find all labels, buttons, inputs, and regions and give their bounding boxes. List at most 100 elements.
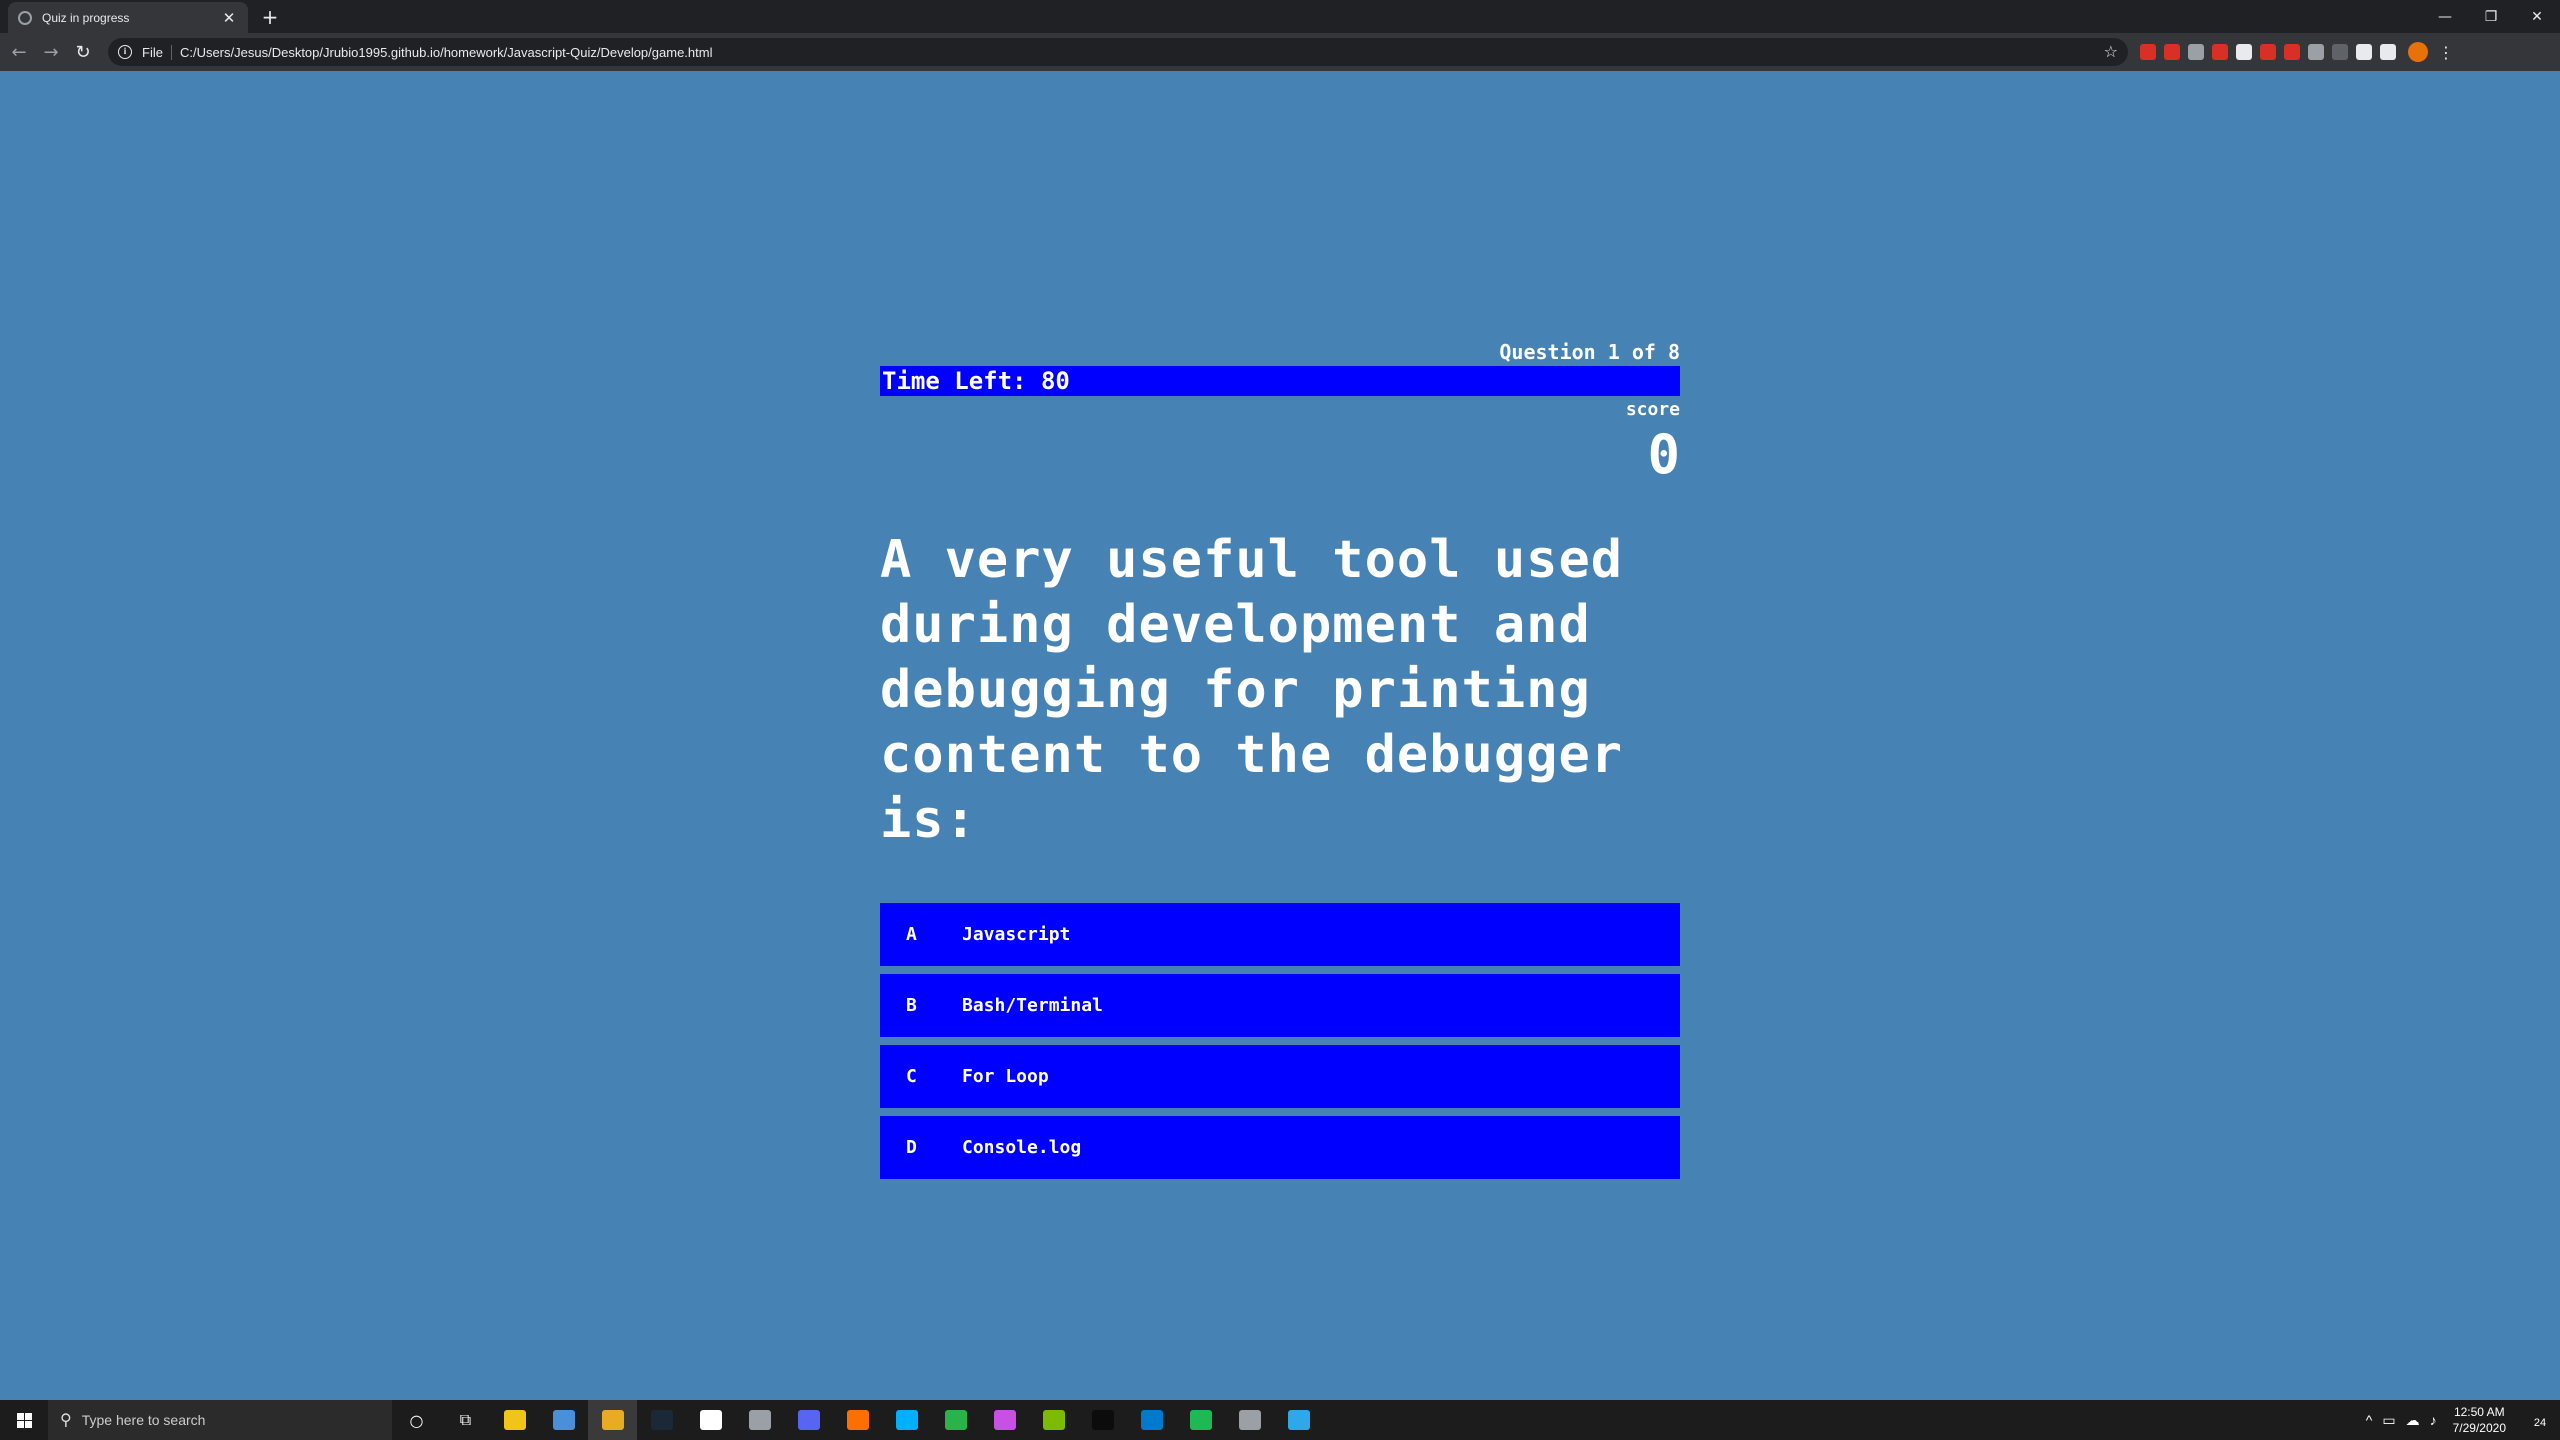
search-icon: ⚲ <box>60 1412 72 1429</box>
minimize-button[interactable]: — <box>2422 0 2468 33</box>
app-glyph <box>650 1410 673 1430</box>
windows-start-icon[interactable] <box>0 1400 48 1440</box>
choice-text[interactable]: Console.log <box>962 1137 1680 1158</box>
new-tab-button[interactable]: + <box>258 5 282 29</box>
choice-c-button[interactable]: C For Loop <box>880 1045 1680 1108</box>
taskbar-app-icon[interactable] <box>1225 1400 1274 1440</box>
extension-icon[interactable] <box>2140 44 2156 60</box>
profile-avatar[interactable] <box>2408 42 2428 62</box>
pinned-apps <box>490 1400 1323 1440</box>
url-text[interactable]: C:/Users/Jesus/Desktop/Jrubio1995.github… <box>180 45 713 60</box>
taskbar-app-icon[interactable] <box>1127 1400 1176 1440</box>
score-label: score <box>1625 399 1680 420</box>
clock-time: 12:50 AM <box>2453 1405 2505 1419</box>
taskbar-app-icon[interactable] <box>735 1400 784 1440</box>
app-glyph <box>1238 1410 1261 1430</box>
choice-prefix: A <box>906 924 917 945</box>
address-bar[interactable]: i File C:/Users/Jesus/Desktop/Jrubio1995… <box>108 38 2128 66</box>
system-tray: ^ ▭ ☁ ♪ 12:50 AM 7/29/2020 24 <box>2366 1400 2560 1440</box>
taskbar-app-icon[interactable] <box>833 1400 882 1440</box>
browser-menu-icon[interactable]: ⋮ <box>2438 43 2454 62</box>
taskbar-app-icon[interactable] <box>539 1400 588 1440</box>
choice-text[interactable]: Javascript <box>962 924 1680 945</box>
app-glyph <box>601 1410 624 1430</box>
app-glyph <box>944 1410 967 1430</box>
choice-text[interactable]: Bash/Terminal <box>962 995 1680 1016</box>
app-glyph <box>993 1410 1016 1430</box>
forward-button[interactable]: → <box>38 39 64 65</box>
taskbar-app-icon[interactable] <box>1078 1400 1127 1440</box>
search-placeholder: Type here to search <box>81 1412 206 1428</box>
taskbar-app-icon[interactable] <box>588 1400 637 1440</box>
extensions-area: ⋮ <box>2140 33 2454 71</box>
page-favicon-icon <box>18 10 32 25</box>
extension-icon[interactable] <box>2164 44 2180 60</box>
taskbar: ⚲ Type here to search ○ ⧉ ^ ▭ ☁ ♪ 12:50 … <box>0 1400 2560 1440</box>
app-glyph <box>895 1410 918 1430</box>
taskbar-app-icon[interactable] <box>882 1400 931 1440</box>
choice-a-button[interactable]: A Javascript <box>880 903 1680 966</box>
network-icon[interactable]: ▭ <box>2382 1412 2395 1429</box>
extension-icon[interactable] <box>2284 44 2300 60</box>
app-glyph <box>748 1410 771 1430</box>
onedrive-icon[interactable]: ☁ <box>2406 1412 2420 1429</box>
score-value: 0 <box>1647 423 1680 486</box>
site-info-icon[interactable]: i <box>118 45 132 59</box>
taskbar-clock[interactable]: 12:50 AM 7/29/2020 <box>2453 1404 2506 1436</box>
extension-icon[interactable] <box>2188 44 2204 60</box>
app-glyph <box>1287 1410 1310 1430</box>
choice-b-button[interactable]: B Bash/Terminal <box>880 974 1680 1037</box>
window-controls: — ❐ ✕ <box>2422 0 2560 33</box>
taskbar-app-icon[interactable] <box>980 1400 1029 1440</box>
clock-date: 7/29/2020 <box>2452 1421 2506 1435</box>
extension-icon[interactable] <box>2332 44 2348 60</box>
taskbar-app-icon[interactable] <box>637 1400 686 1440</box>
back-button[interactable]: ← <box>6 39 32 65</box>
extension-icon[interactable] <box>2212 44 2228 60</box>
app-glyph <box>797 1410 820 1430</box>
close-window-button[interactable]: ✕ <box>2514 0 2560 33</box>
taskbar-app-icon[interactable] <box>686 1400 735 1440</box>
browser-toolbar: ← → ↻ i File C:/Users/Jesus/Desktop/Jrub… <box>0 33 2560 71</box>
choice-text[interactable]: For Loop <box>962 1066 1680 1087</box>
reload-button[interactable]: ↻ <box>70 39 96 65</box>
choice-prefix: C <box>906 1066 917 1087</box>
tab-strip: Quiz in progress ✕ + — ❐ ✕ <box>0 0 2560 33</box>
notifications-icon[interactable]: 24 <box>2520 1410 2560 1431</box>
task-view-icon[interactable]: ⧉ <box>441 1400 490 1440</box>
extension-icon[interactable] <box>2356 44 2372 60</box>
volume-icon[interactable]: ♪ <box>2430 1412 2437 1428</box>
restore-button[interactable]: ❐ <box>2468 0 2514 33</box>
choice-d-button[interactable]: D Console.log <box>880 1116 1680 1179</box>
bookmark-star-icon[interactable]: ☆ <box>2104 42 2118 61</box>
app-glyph <box>1091 1410 1114 1430</box>
notification-count: 24 <box>2533 1416 2547 1429</box>
taskbar-app-icon[interactable] <box>1029 1400 1078 1440</box>
taskbar-search-box[interactable]: ⚲ Type here to search <box>48 1400 392 1440</box>
choices-list: A Javascript B Bash/Terminal C For Loop … <box>880 903 1680 1179</box>
app-glyph <box>503 1410 526 1430</box>
tray-overflow-icon[interactable]: ^ <box>2366 1412 2373 1428</box>
app-glyph <box>1140 1410 1163 1430</box>
taskbar-app-icon[interactable] <box>490 1400 539 1440</box>
extension-icon[interactable] <box>2236 44 2252 60</box>
question-progress: Question 1 of 8 <box>1499 340 1680 364</box>
taskbar-app-icon[interactable] <box>931 1400 980 1440</box>
quiz-container: Question 1 of 8 Time Left: 80 score 0 A … <box>880 338 1680 1187</box>
extension-icon[interactable] <box>2308 44 2324 60</box>
taskbar-app-icon[interactable] <box>1274 1400 1323 1440</box>
extension-icon[interactable] <box>2380 44 2396 60</box>
tab-close-icon[interactable]: ✕ <box>220 9 238 27</box>
cortana-icon[interactable]: ○ <box>392 1400 441 1440</box>
tab-title: Quiz in progress <box>42 10 130 25</box>
app-glyph <box>846 1410 869 1430</box>
timer-bar: Time Left: 80 <box>880 366 1680 396</box>
question-text: A very useful tool used during developme… <box>880 530 1624 850</box>
taskbar-app-icon[interactable] <box>1176 1400 1225 1440</box>
extension-icon[interactable] <box>2260 44 2276 60</box>
taskbar-app-icon[interactable] <box>784 1400 833 1440</box>
browser-tab[interactable]: Quiz in progress ✕ <box>8 2 248 33</box>
url-scheme-label: File <box>142 44 172 60</box>
app-glyph <box>552 1410 575 1430</box>
app-glyph <box>1042 1410 1065 1430</box>
